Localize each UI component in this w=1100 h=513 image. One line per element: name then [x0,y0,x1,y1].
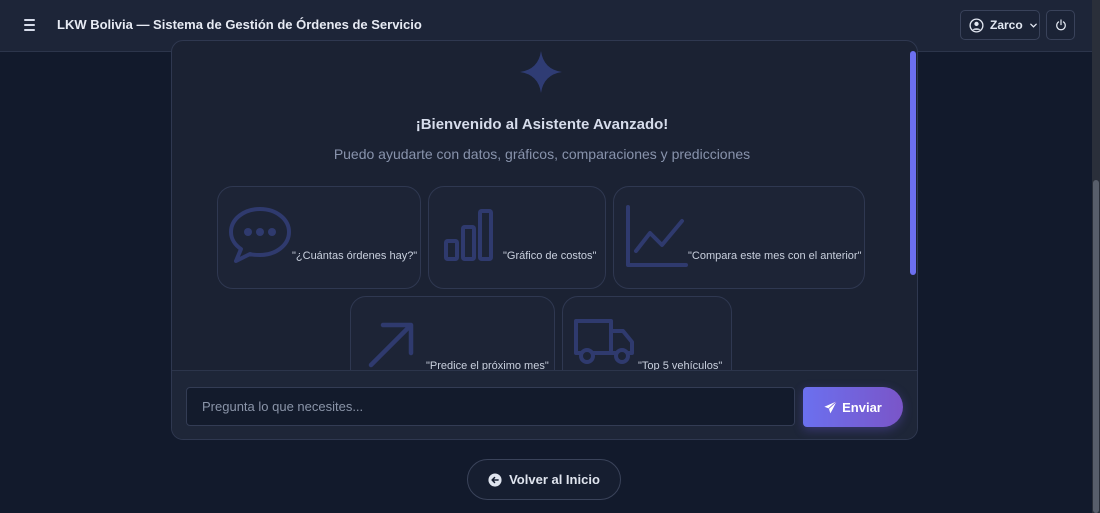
welcome-title: ¡Bienvenido al Asistente Avanzado! [415,116,669,133]
paper-plane-icon [824,400,837,413]
chat-scrollbar-thumb[interactable] [910,51,916,275]
welcome-subtitle: Puedo ayudarte con datos, gráficos, comp… [333,146,751,162]
power-icon [1055,19,1066,31]
app-title: LKW Bolivia — Sistema de Gestión de Órde… [57,17,422,32]
suggestion-label: "Gráfico de costos" [503,250,597,262]
user-name: Zarco [990,18,1023,32]
line-chart-icon [626,205,688,267]
suggestion-orders-count[interactable]: "¿Cuántas órdenes hay?" [217,186,421,289]
sparkle-icon [520,51,562,93]
suggestion-label: "¿Cuántas órdenes hay?" [292,250,418,262]
chevron-down-icon [1029,23,1037,28]
arrow-left-circle-icon [488,472,502,487]
user-menu-button[interactable]: Zarco [960,10,1040,40]
suggestion-label: "Compara este mes con el anterior" [688,250,862,262]
hamburger-menu-icon[interactable] [20,14,40,36]
send-button[interactable]: Enviar [803,387,903,427]
logout-button[interactable] [1046,10,1075,40]
arrow-up-right-icon [368,322,414,368]
send-button-label: Enviar [842,399,882,415]
back-to-home-button[interactable]: Volver al Inicio [467,459,621,500]
suggestion-compare-months[interactable]: "Compara este mes con el anterior" [613,186,865,289]
back-button-label: Volver al Inicio [509,472,600,487]
assistant-chat-card: ¡Bienvenido al Asistente Avanzado! Puedo… [171,40,918,440]
chat-input-bar: Enviar [172,370,917,439]
truck-icon [574,319,634,364]
suggestion-costs-chart[interactable]: "Gráfico de costos" [428,186,606,289]
page-scrollbar-thumb[interactable] [1093,180,1099,513]
bar-chart-icon [444,209,493,261]
page-scrollbar[interactable] [1092,0,1100,513]
user-circle-icon [969,17,984,33]
chat-input[interactable] [186,387,795,426]
chat-bubble-icon [229,207,291,263]
